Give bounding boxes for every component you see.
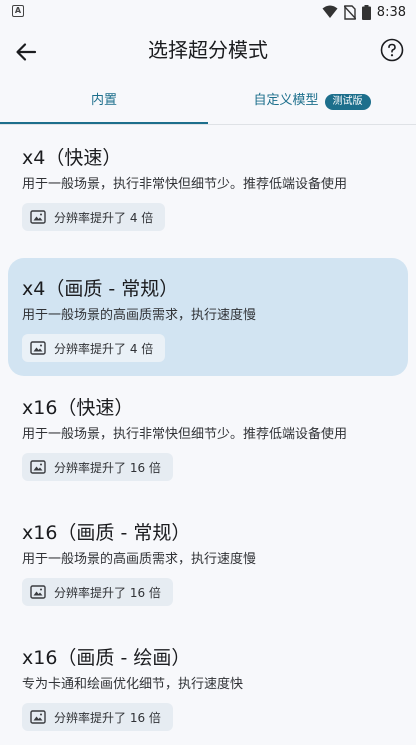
mode-title: x4（画质 - 常规） <box>22 278 179 300</box>
mode-description: 用于一般场景，执行非常快但细节少。推荐低端设备使用 <box>22 427 348 442</box>
app-bar: 选择超分模式 <box>0 24 416 80</box>
image-icon <box>30 710 46 724</box>
mode-title: x16（快速） <box>22 397 134 419</box>
status-time: 8:38 <box>376 4 406 20</box>
mode-description: 专为卡通和绘画优化细节，执行速度快 <box>22 677 244 692</box>
image-icon <box>30 460 46 474</box>
mode-item-x16-quality[interactable]: x16（画质 - 常规） 用于一般场景的高画质需求，执行速度慢 分辨率提升了 1… <box>8 502 408 620</box>
scale-chip-label: 分辨率提升了 16 倍 <box>54 460 161 475</box>
battery-icon <box>361 4 371 20</box>
page-title: 选择超分模式 <box>148 38 268 62</box>
mode-title: x16（画质 - 常规） <box>22 522 191 544</box>
no-sim-icon <box>343 4 356 20</box>
scale-chip-label: 分辨率提升了 16 倍 <box>54 585 161 600</box>
wifi-icon <box>322 5 338 18</box>
scale-chip: 分辨率提升了 4 倍 <box>22 334 166 362</box>
mode-title: x16（画质 - 绘画） <box>22 647 191 669</box>
scale-chip: 分辨率提升了 16 倍 <box>22 703 173 731</box>
image-icon <box>30 585 46 599</box>
mode-description: 用于一般场景的高画质需求，执行速度慢 <box>22 308 257 323</box>
tab-custom-model-label: 自定义模型 <box>253 93 319 108</box>
image-icon <box>30 341 46 355</box>
mode-title: x4（快速） <box>22 147 122 169</box>
scale-chip-label: 分辨率提升了 4 倍 <box>54 341 154 356</box>
help-circle-icon <box>380 38 404 62</box>
help-button[interactable] <box>380 38 404 62</box>
tab-builtin[interactable]: 内置 <box>0 86 208 124</box>
notification-a-icon: A <box>12 5 24 17</box>
tab-bar: 内置 自定义模型 测试版 <box>0 86 416 126</box>
mode-item-x16-fast[interactable]: x16（快速） 用于一般场景，执行非常快但细节少。推荐低端设备使用 分辨率提升了… <box>8 377 408 495</box>
mode-item-x4-quality[interactable]: x4（画质 - 常规） 用于一般场景的高画质需求，执行速度慢 分辨率提升了 4 … <box>8 258 408 376</box>
tab-custom-model[interactable]: 自定义模型 测试版 <box>208 86 416 124</box>
scale-chip-label: 分辨率提升了 16 倍 <box>54 710 161 725</box>
scale-chip: 分辨率提升了 4 倍 <box>22 203 166 231</box>
status-icons: 8:38 <box>322 3 406 21</box>
mode-item-x4-fast[interactable]: x4（快速） 用于一般场景，执行非常快但细节少。推荐低端设备使用 分辨率提升了 … <box>8 127 408 245</box>
scale-chip: 分辨率提升了 16 倍 <box>22 578 173 606</box>
image-icon <box>30 210 46 224</box>
scale-chip: 分辨率提升了 16 倍 <box>22 453 173 481</box>
mode-description: 用于一般场景，执行非常快但细节少。推荐低端设备使用 <box>22 177 348 192</box>
mode-description: 用于一般场景的高画质需求，执行速度慢 <box>22 552 257 567</box>
beta-badge: 测试版 <box>324 94 371 110</box>
scale-chip-label: 分辨率提升了 4 倍 <box>54 210 154 225</box>
mode-item-x16-painting[interactable]: x16（画质 - 绘画） 专为卡通和绘画优化细节，执行速度快 分辨率提升了 16… <box>8 627 408 745</box>
tab-divider <box>0 124 416 125</box>
status-bar: A 8:38 <box>0 0 416 24</box>
